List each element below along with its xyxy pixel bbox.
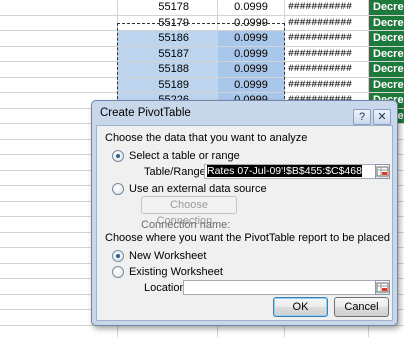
new-worksheet-radio[interactable]	[112, 250, 124, 262]
table-row[interactable]: 55187 0.0999 ########### Decre	[0, 46, 404, 62]
range-picker-icon	[376, 282, 389, 293]
range-picker-icon	[376, 166, 389, 177]
external-source-label: Use an external data source	[129, 183, 267, 195]
table-range-value: Rates 07-Jul-09'!$B$455:$C$468	[207, 165, 362, 177]
cell-date[interactable]: ###########	[285, 31, 369, 46]
cell-a[interactable]	[0, 46, 118, 61]
table-row[interactable]: 55179 0.0999 ########### Decre	[0, 15, 404, 31]
external-source-option[interactable]: Use an external data source	[112, 182, 267, 196]
cell-rate[interactable]: 0.0999	[218, 31, 285, 46]
cell-id[interactable]: 55186	[118, 31, 218, 46]
cell-date[interactable]	[285, 325, 369, 337]
connection-name-label: Connection name:	[141, 219, 231, 231]
choose-connection-button[interactable]: Choose Connection...	[141, 196, 237, 227]
cell-id[interactable]: 55189	[118, 77, 218, 92]
cell-date[interactable]: ###########	[285, 15, 369, 30]
ok-button[interactable]: OK	[273, 297, 328, 317]
table-row[interactable]: 55188 0.0999 ########### Decre	[0, 62, 404, 78]
cell-rate[interactable]: 0.0999	[218, 0, 285, 15]
cell-rate[interactable]: 0.0999	[218, 46, 285, 61]
table-row[interactable]: 55178 0.0999 ########### Decre	[0, 0, 404, 16]
cell-trend[interactable]: Decre	[369, 62, 404, 77]
cell-a[interactable]	[0, 31, 118, 46]
select-range-label: Select a table or range	[129, 150, 240, 162]
location-label: Location:	[144, 282, 189, 294]
cancel-button[interactable]: Cancel	[334, 297, 389, 317]
existing-worksheet-label: Existing Worksheet	[129, 266, 223, 278]
cell-a[interactable]	[0, 15, 118, 30]
cell-a[interactable]	[0, 325, 118, 337]
external-source-radio[interactable]	[112, 183, 124, 195]
cell-trend[interactable]: Decre	[369, 77, 404, 92]
cell-id[interactable]: 55188	[118, 62, 218, 77]
cell-date[interactable]: ###########	[285, 77, 369, 92]
create-pivottable-dialog: Create PivotTable ? ✕ Choose the data th…	[91, 100, 398, 326]
cell-a[interactable]	[0, 0, 118, 15]
table-range-collapse-button[interactable]	[375, 164, 390, 179]
new-worksheet-label: New Worksheet	[129, 250, 207, 262]
cell-trend[interactable]: Decre	[369, 46, 404, 61]
placement-section-label: Choose where you want the PivotTable rep…	[105, 232, 390, 244]
new-worksheet-option[interactable]: New Worksheet	[112, 249, 206, 263]
table-row[interactable]: 55189 0.0999 ########### Decre	[0, 77, 404, 93]
cell-rate[interactable]	[218, 325, 285, 337]
dialog-title: Create PivotTable	[100, 107, 191, 119]
cell-date[interactable]: ###########	[285, 62, 369, 77]
dialog-titlebar[interactable]: Create PivotTable ? ✕	[92, 101, 397, 125]
data-source-section-label: Choose the data that you want to analyze	[105, 132, 308, 144]
cell-trend[interactable]	[369, 326, 404, 337]
close-icon: ✕	[377, 111, 387, 123]
cell-id[interactable]: 55178	[118, 0, 218, 15]
cell-a[interactable]	[0, 62, 118, 77]
location-collapse-button[interactable]	[375, 280, 390, 295]
existing-worksheet-option[interactable]: Existing Worksheet	[112, 265, 223, 279]
cell-rate[interactable]: 0.0999	[218, 62, 285, 77]
cell-trend[interactable]: Decre	[369, 15, 404, 30]
cell-rate[interactable]: 0.0999	[218, 15, 285, 30]
cell-a[interactable]	[0, 77, 118, 92]
cell-rate[interactable]: 0.0999	[218, 77, 285, 92]
table-row[interactable]	[0, 325, 404, 337]
cell-trend[interactable]: Decre	[369, 31, 404, 46]
cell-date[interactable]: ###########	[285, 0, 369, 15]
table-row[interactable]: 55186 0.0999 ########### Decre	[0, 31, 404, 47]
select-range-radio[interactable]	[112, 150, 124, 162]
existing-worksheet-radio[interactable]	[112, 266, 124, 278]
dialog-body: Choose the data that you want to analyze…	[96, 125, 393, 321]
cell-date[interactable]: ###########	[285, 46, 369, 61]
table-range-input[interactable]: Rates 07-Jul-09'!$B$455:$C$468	[204, 164, 381, 179]
close-button[interactable]: ✕	[373, 109, 391, 125]
help-icon: ?	[358, 111, 366, 123]
cell-id[interactable]: 55179	[118, 15, 218, 30]
select-range-option[interactable]: Select a table or range	[112, 149, 240, 163]
cell-id[interactable]: 55187	[118, 46, 218, 61]
cell-id[interactable]	[118, 325, 218, 337]
table-range-label: Table/Range:	[144, 166, 209, 178]
cell-trend[interactable]: Decre	[369, 0, 404, 15]
location-input[interactable]	[183, 280, 376, 295]
help-button[interactable]: ?	[353, 109, 371, 125]
